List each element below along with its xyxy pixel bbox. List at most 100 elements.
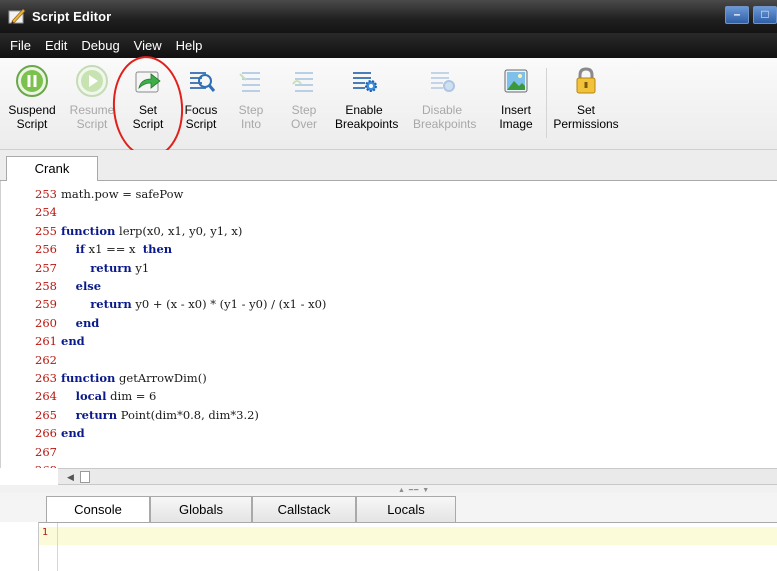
tab-crank[interactable]: Crank bbox=[6, 156, 98, 182]
pause-icon bbox=[16, 65, 48, 97]
code-line[interactable]: 267 bbox=[1, 443, 777, 461]
horizontal-scrollbar[interactable]: ◀ bbox=[58, 468, 777, 485]
code-token: y1 bbox=[131, 260, 150, 275]
code-line[interactable]: 264 local dim = 6 bbox=[1, 387, 777, 405]
menu-help[interactable]: Help bbox=[174, 36, 205, 55]
code-text: else bbox=[61, 277, 101, 295]
menu-debug[interactable]: Debug bbox=[79, 36, 121, 55]
code-line[interactable]: 255 function lerp(x0, x1, y0, y1, x) bbox=[1, 222, 777, 240]
step-over-button[interactable]: Step Over bbox=[275, 64, 333, 131]
tab-globals[interactable]: Globals bbox=[150, 496, 252, 523]
code-keyword: end bbox=[61, 334, 85, 349]
line-number[interactable]: 257 bbox=[35, 259, 57, 277]
set-script-arrow-icon bbox=[135, 71, 161, 93]
code-editor[interactable]: 253 math.pow = safePow 254 255 function lerp… bbox=[0, 181, 777, 468]
breakpoints-disabled-icon bbox=[431, 72, 455, 92]
code-token: y0 + (x - x0) * (y1 - y0) / (x1 - x0) bbox=[131, 297, 327, 312]
set-script-button[interactable]: Set Script bbox=[119, 64, 177, 131]
insert-image-button[interactable]: Insert Image bbox=[487, 64, 545, 131]
code-token: x1 == x bbox=[84, 242, 143, 257]
code-text: end bbox=[61, 314, 100, 332]
code-line[interactable]: 260 end bbox=[1, 314, 777, 332]
disable-breakpoints-button[interactable]: Disable Breakpoints bbox=[413, 64, 476, 131]
line-number[interactable]: 267 bbox=[35, 443, 57, 461]
tab-console[interactable]: Console bbox=[46, 496, 150, 524]
code-text: local dim = 6 bbox=[61, 387, 157, 405]
code-line[interactable]: 261 end bbox=[1, 332, 777, 350]
image-icon bbox=[504, 69, 528, 93]
magnifier-lines-icon bbox=[190, 72, 216, 92]
code-keyword: else bbox=[75, 279, 102, 293]
code-text: if x1 == x then bbox=[61, 240, 173, 258]
step-into-icon bbox=[239, 72, 260, 92]
line-number[interactable]: 268 bbox=[35, 461, 57, 468]
menu-edit[interactable]: Edit bbox=[43, 36, 69, 55]
code-text: end bbox=[61, 424, 85, 442]
play-icon bbox=[76, 65, 108, 97]
panel-splitter[interactable]: ▲ ━━ ▼ bbox=[0, 485, 777, 494]
console-panel[interactable]: 1 bbox=[38, 522, 777, 571]
editor-tab-bar: Crank bbox=[0, 150, 777, 182]
code-line[interactable]: 254 bbox=[1, 203, 777, 221]
line-number[interactable]: 262 bbox=[35, 351, 57, 369]
toolbar: Suspend Script Resume Script Set Script … bbox=[0, 58, 777, 150]
maximize-button[interactable]: □ bbox=[753, 6, 777, 24]
menu-view[interactable]: View bbox=[132, 36, 164, 55]
menu-bar: File Edit Debug View Help bbox=[0, 33, 777, 58]
code-line[interactable]: 253 math.pow = safePow bbox=[1, 185, 777, 203]
line-number[interactable]: 256 bbox=[35, 240, 57, 258]
enable-breakpoints-button[interactable]: Enable Breakpoints bbox=[335, 64, 398, 131]
minimize-button[interactable]: – bbox=[725, 6, 749, 24]
line-number[interactable]: 255 bbox=[35, 222, 57, 240]
line-number[interactable]: 265 bbox=[35, 406, 57, 424]
step-into-button[interactable]: Step Into bbox=[222, 64, 280, 131]
scroll-left-icon[interactable]: ◀ bbox=[64, 471, 77, 483]
script-editor-app-icon bbox=[8, 8, 26, 24]
code-line[interactable]: 256 if x1 == x then bbox=[1, 240, 777, 258]
bottom-tab-bar: Console Globals Callstack Locals bbox=[0, 493, 777, 524]
lock-icon bbox=[576, 67, 596, 94]
code-text: function lerp(x0, x1, y0, y1, x) bbox=[61, 222, 242, 240]
code-line[interactable]: 257 return y1 bbox=[1, 259, 777, 277]
line-number[interactable]: 260 bbox=[35, 314, 57, 332]
tab-callstack[interactable]: Callstack bbox=[252, 496, 356, 523]
code-keyword: if bbox=[75, 242, 85, 257]
code-line[interactable]: 263 function getArrowDim() bbox=[1, 369, 777, 387]
code-text: math.pow = safePow bbox=[61, 185, 183, 203]
line-number[interactable]: 264 bbox=[35, 387, 57, 405]
code-line[interactable]: 258 else bbox=[1, 277, 777, 295]
line-number[interactable]: 254 bbox=[35, 203, 57, 221]
code-line[interactable]: 268 bbox=[1, 461, 777, 468]
line-number[interactable]: 253 bbox=[35, 185, 57, 203]
window-title: Script Editor bbox=[32, 9, 112, 24]
scrollbar-thumb[interactable] bbox=[80, 471, 90, 483]
tab-locals[interactable]: Locals bbox=[356, 496, 456, 523]
code-keyword: return bbox=[75, 407, 118, 422]
line-number[interactable]: 266 bbox=[35, 424, 57, 442]
resume-script-button[interactable]: Resume Script bbox=[63, 64, 121, 131]
code-keyword: then bbox=[142, 242, 173, 257]
code-line[interactable]: 262 bbox=[1, 351, 777, 369]
line-number[interactable]: 261 bbox=[35, 332, 57, 350]
code-line[interactable]: 259 return y0 + (x - x0) * (y1 - y0) / (… bbox=[1, 295, 777, 313]
code-line[interactable]: 265 return Point(dim*0.8, dim*3.2) bbox=[1, 406, 777, 424]
set-permissions-button[interactable]: Set Permissions bbox=[546, 64, 626, 131]
suspend-script-button[interactable]: Suspend Script bbox=[3, 64, 61, 131]
breakpoints-gear-icon bbox=[353, 72, 377, 92]
line-number[interactable]: 258 bbox=[35, 277, 57, 295]
menu-file[interactable]: File bbox=[8, 36, 33, 55]
code-token: lerp(x0, x1, y0, y1, x) bbox=[115, 223, 243, 238]
code-line[interactable]: 266 end bbox=[1, 424, 777, 442]
line-number[interactable]: 263 bbox=[35, 369, 57, 387]
title-bar: Script Editor – □ bbox=[0, 0, 777, 33]
console-line-number: 1 bbox=[42, 527, 49, 538]
line-number[interactable]: 259 bbox=[35, 295, 57, 313]
console-gutter bbox=[57, 523, 58, 571]
